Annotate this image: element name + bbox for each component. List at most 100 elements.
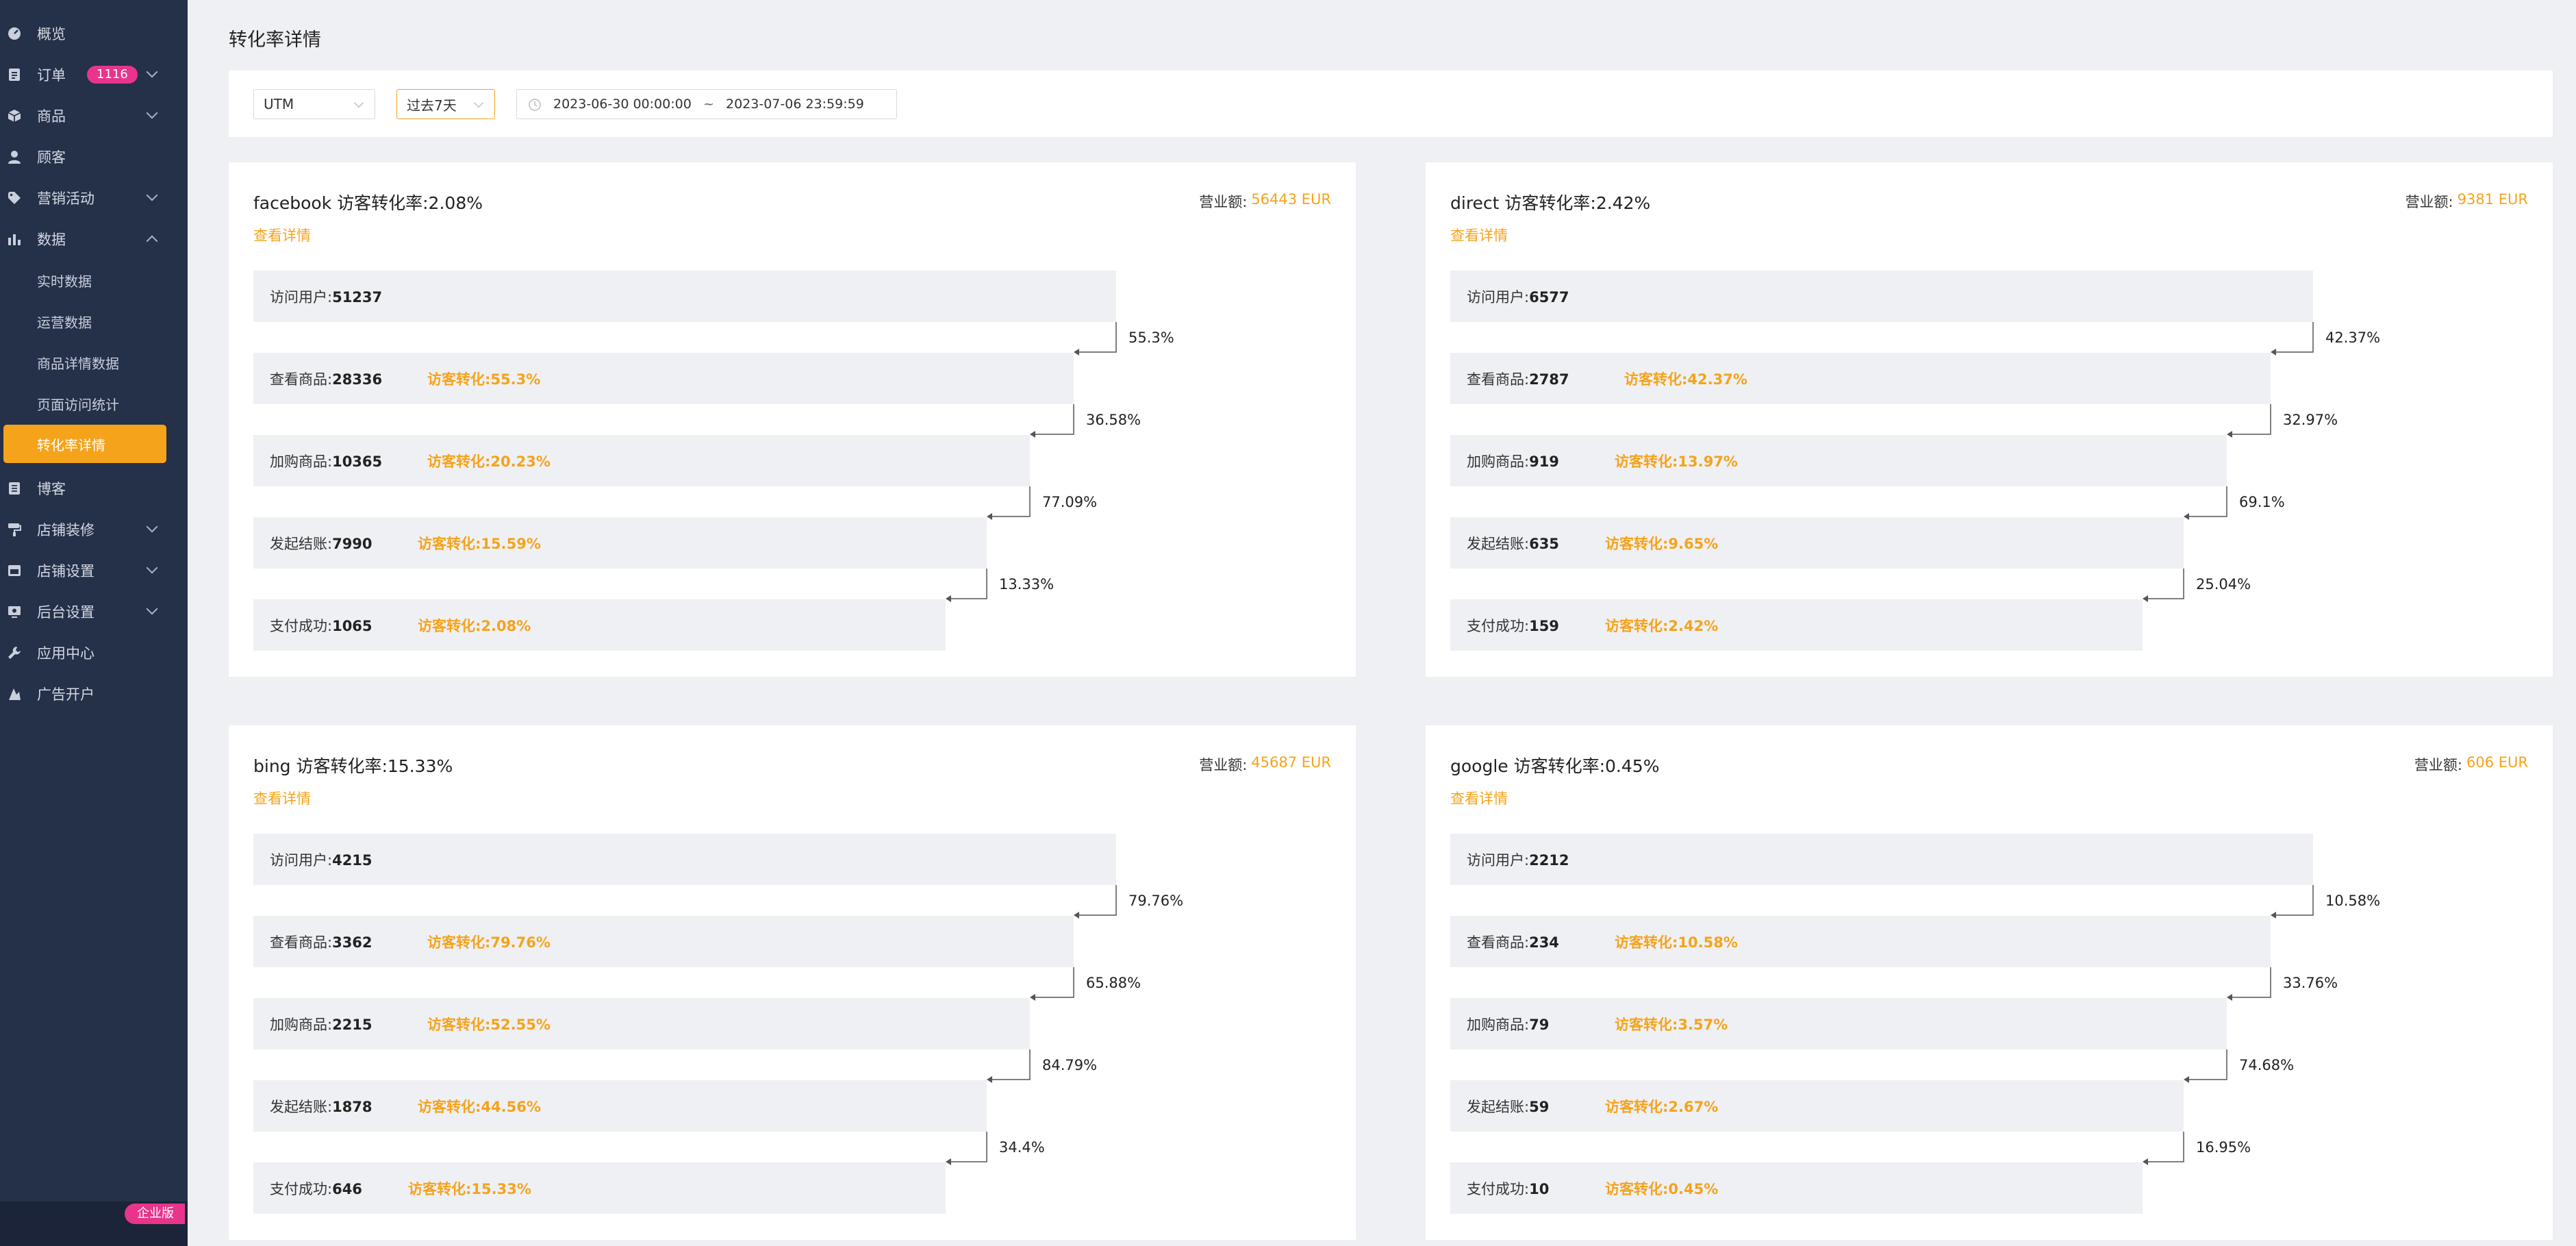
source-select[interactable]: UTM xyxy=(253,89,375,119)
view-details-link[interactable]: 查看详情 xyxy=(1450,788,1508,808)
stage-name: 发起结账: xyxy=(270,535,333,552)
stage-count: 1878 xyxy=(332,1098,372,1115)
tag-icon xyxy=(7,190,22,205)
sidebar-item-blog[interactable]: 博客 xyxy=(0,468,188,509)
sidebar-subitem-label: 商品详情数据 xyxy=(37,355,119,372)
conversion-value: 15.59% xyxy=(481,535,541,552)
period-select[interactable]: 过去7天 xyxy=(396,89,495,119)
sidebar-item-store-design[interactable]: 店铺装修 xyxy=(0,509,188,550)
stage-label: 发起结账:635 xyxy=(1467,533,1559,553)
stage-name: 支付成功: xyxy=(1467,617,1530,634)
sidebar-item-label: 概览 xyxy=(37,26,66,42)
sidebar-item-products[interactable]: 商品 xyxy=(0,95,188,136)
sidebar-subitem-conversion[interactable]: 转化率详情 xyxy=(3,425,166,463)
sidebar-item-label: 营销活动 xyxy=(37,190,94,207)
step-rate: 65.88% xyxy=(1086,975,1141,991)
step-arrow-icon xyxy=(2143,569,2184,602)
source-select-value: UTM xyxy=(264,96,294,112)
stage-name: 查看商品: xyxy=(270,934,333,951)
period-select-value: 过去7天 xyxy=(407,97,457,114)
sidebar-item-label: 应用中心 xyxy=(37,645,94,662)
step-arrow-icon xyxy=(1030,404,1074,438)
conversion-value: 3.57% xyxy=(1678,1016,1728,1033)
card-title: bing 访客转化率:15.33% xyxy=(253,756,453,776)
stage-label: 加购商品:79 xyxy=(1467,1014,1549,1034)
view-details-link[interactable]: 查看详情 xyxy=(253,225,311,245)
step-arrow-icon xyxy=(2271,322,2314,356)
conversion-label: 访客转化: xyxy=(427,934,491,951)
conversion-value: 13.97% xyxy=(1678,453,1738,470)
step-arrow-icon xyxy=(1030,967,1074,1001)
revenue-label: 营业额: xyxy=(2405,194,2453,210)
sidebar: 概览 订单 1116 商品 顾客 营销活动 数据 实时数据 运营数据 商品详情数… xyxy=(0,0,188,1246)
revenue-label: 营业额: xyxy=(1199,194,1248,210)
sidebar-subitem-operations[interactable]: 运营数据 xyxy=(0,301,188,342)
conversion-label: 访客转化: xyxy=(418,1098,481,1115)
step-arrow-icon xyxy=(987,1049,1031,1083)
funnel-card-google: google 访客转化率:0.45% 营业额: 606 EUR 查看详情 访问用… xyxy=(1426,725,2553,1240)
step-arrow-icon xyxy=(2227,404,2271,438)
date-end: 2023-07-06 23:59:59 xyxy=(726,97,864,112)
conversion-label: 访客转化: xyxy=(408,1180,472,1197)
chevron-down-icon xyxy=(146,603,158,615)
view-details-link[interactable]: 查看详情 xyxy=(253,788,311,808)
stage-count: 2212 xyxy=(1529,851,1569,869)
stage-count: 635 xyxy=(1529,535,1559,552)
sidebar-item-orders[interactable]: 订单 1116 xyxy=(0,54,188,95)
step-arrow-icon xyxy=(2227,967,2271,1001)
card-title: facebook 访客转化率:2.08% xyxy=(253,193,483,213)
stage-conversion: 访客转化:42.37% xyxy=(1624,369,1747,389)
stage-conversion: 访客转化:13.97% xyxy=(1615,451,1738,471)
sidebar-item-label: 店铺设置 xyxy=(37,563,94,580)
step-rate: 16.95% xyxy=(2196,1139,2251,1156)
sidebar-item-ad-account[interactable]: 广告开户 xyxy=(0,673,188,714)
sidebar-item-overview[interactable]: 概览 xyxy=(0,13,188,54)
view-details-link[interactable]: 查看详情 xyxy=(1450,225,1508,245)
sidebar-subitem-realtime[interactable]: 实时数据 xyxy=(0,260,188,301)
date-range-picker[interactable]: 2023-06-30 00:00:00 ~ 2023-07-06 23:59:5… xyxy=(516,89,897,119)
dashboard-icon xyxy=(7,26,22,41)
card-title: google 访客转化率:0.45% xyxy=(1450,756,1660,776)
sidebar-subitem-product-details[interactable]: 商品详情数据 xyxy=(0,342,188,383)
sidebar-item-store-settings[interactable]: 店铺设置 xyxy=(0,550,188,591)
sidebar-item-label: 订单 xyxy=(37,67,66,84)
stage-name: 加购商品: xyxy=(270,453,333,470)
chevron-down-icon xyxy=(146,66,158,78)
conversion-value: 44.56% xyxy=(481,1098,541,1115)
conversion-label: 访客转化: xyxy=(427,371,491,388)
store-icon xyxy=(7,563,22,578)
clock-icon xyxy=(529,99,541,111)
stage-conversion: 访客转化:44.56% xyxy=(418,1096,541,1117)
revenue-amount: 56443 EUR xyxy=(1251,191,1331,208)
stage-name: 发起结账: xyxy=(1467,535,1530,552)
stage-label: 发起结账:59 xyxy=(1467,1096,1549,1117)
stage-label: 访问用户:2212 xyxy=(1467,849,1569,870)
step-arrow-icon xyxy=(946,569,987,602)
sidebar-footer: 企业版 xyxy=(0,1201,188,1246)
sidebar-item-admin-settings[interactable]: 后台设置 xyxy=(0,591,188,632)
stage-name: 访问用户: xyxy=(1467,288,1530,306)
filter-bar: UTM 过去7天 2023-06-30 00:00:00 ~ 2023-07-0… xyxy=(229,71,2553,137)
sidebar-subitem-label: 页面访问统计 xyxy=(37,396,119,413)
stage-conversion: 访客转化:10.58% xyxy=(1615,932,1738,952)
funnel-stage-1: 查看商品:28336 访客转化:55.3% xyxy=(253,353,1074,404)
stage-label: 发起结账:1878 xyxy=(270,1096,372,1117)
sidebar-item-label: 博客 xyxy=(37,481,66,497)
stage-count: 79 xyxy=(1529,1016,1550,1033)
user-icon xyxy=(7,149,22,164)
revenue-amount: 45687 EUR xyxy=(1251,754,1331,771)
sidebar-subitem-page-visits[interactable]: 页面访问统计 xyxy=(0,383,188,424)
stage-count: 51237 xyxy=(332,288,383,306)
stage-conversion: 访客转化:0.45% xyxy=(1605,1178,1718,1199)
conversion-label: 访客转化: xyxy=(418,617,481,634)
sidebar-item-app-center[interactable]: 应用中心 xyxy=(0,632,188,673)
sidebar-item-customers[interactable]: 顾客 xyxy=(0,136,188,177)
funnel-stage-0: 访问用户:2212 xyxy=(1450,834,2313,885)
sidebar-item-data[interactable]: 数据 xyxy=(0,219,188,260)
stage-count: 6577 xyxy=(1529,288,1569,306)
stage-count: 1065 xyxy=(332,617,372,634)
sidebar-item-marketing[interactable]: 营销活动 xyxy=(0,177,188,219)
step-rate: 42.37% xyxy=(2325,329,2381,346)
sidebar-item-label: 广告开户 xyxy=(37,686,94,703)
conversion-label: 访客转化: xyxy=(1605,1180,1669,1197)
